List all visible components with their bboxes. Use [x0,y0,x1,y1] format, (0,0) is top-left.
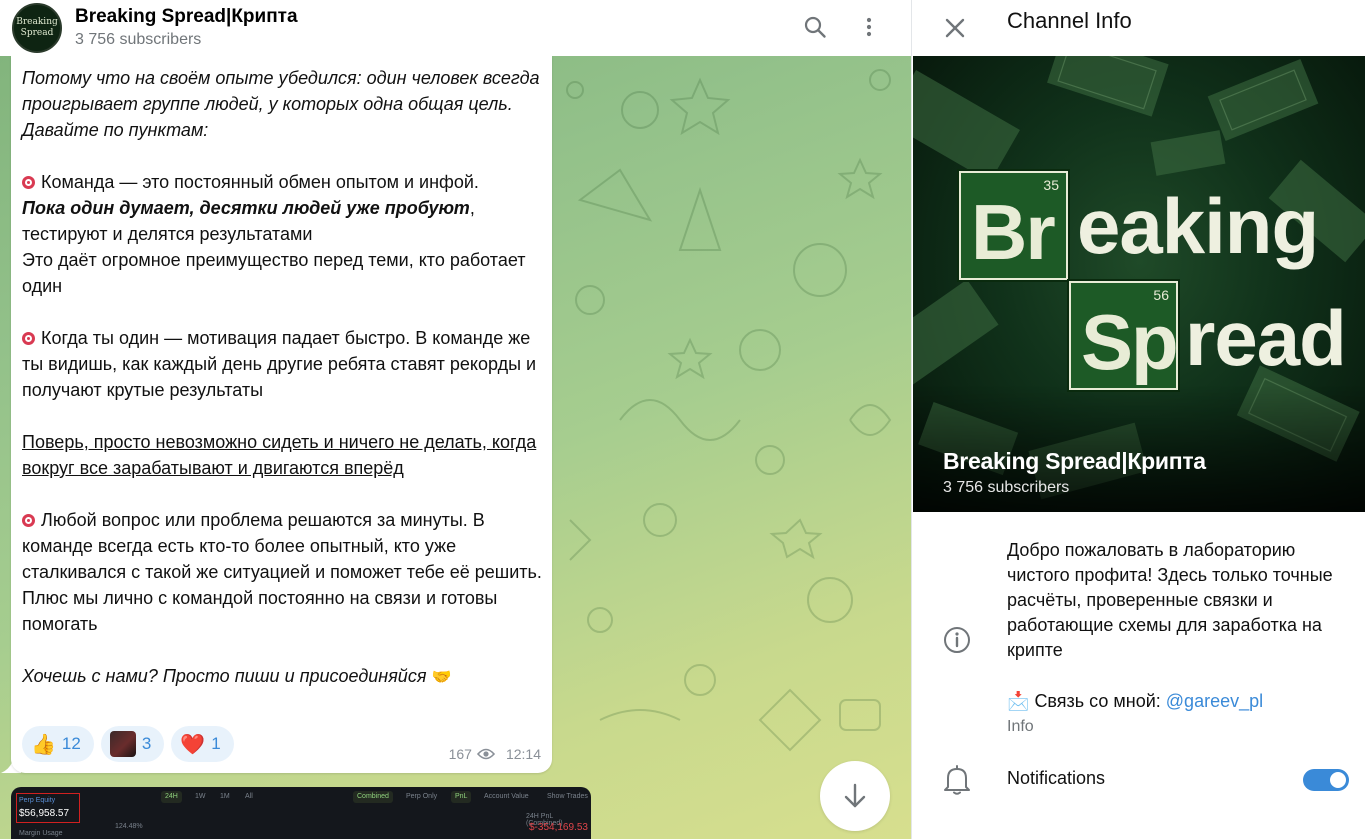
msg-point2: Когда ты один — мотивация падает быстро.… [22,328,537,400]
tab-24h: 24H [161,791,182,803]
pill-perp-only: Perp Only [406,793,438,800]
red-dot-icon [22,514,35,527]
message-meta: 167 12:14 [449,746,541,762]
pnl-value: $-354,169.53 [529,822,588,833]
message-text: Потому что на своём опыте убедился: один… [22,65,547,691]
channel-info-panel: Channel Info 35 Br eaking 56 Sp read Bre… [911,0,1365,839]
chat-subscribers: 3 756 subscribers [75,31,202,48]
reaction-count: 12 [61,734,81,753]
pill-show-trades: Show Trades [547,793,588,800]
heart-icon: ❤️ [180,733,206,756]
element-symbol: Sp [1081,298,1179,386]
reaction-count: 1 [211,734,221,753]
tab-1m: 1M [220,793,230,800]
element-box-sp: 56 Sp [1069,281,1179,390]
channel-avatar[interactable]: Breaking Spread [12,3,62,53]
perp-equity-value: $56,958.57 [19,808,70,819]
msg-point1-bold: Пока один думает, десятки людей уже проб… [22,198,470,218]
avatar-line-1: Breaking [16,17,58,27]
chat-title: Breaking Spread|Крипта [75,6,298,27]
info-icon [944,627,970,653]
channel-subscribers: 3 756 subscribers [943,479,1070,496]
msg-intro: Потому что на своём опыте убедился: один… [22,68,540,140]
channel-name: Breaking Spread|Крипта [943,448,1206,474]
bell-icon [944,765,970,795]
arrow-down-icon [844,783,866,808]
search-button[interactable] [794,6,836,48]
reaction-count: 3 [141,734,152,753]
tab-1w: 1W [195,793,206,800]
close-button[interactable] [936,9,974,47]
notifications-label: Notifications [1007,768,1106,788]
envelope-icon: 📩 [1007,691,1030,711]
msg-point3: Любой вопрос или проблема решаются за ми… [22,510,542,634]
chat-column: Breaking Spread Breaking Spread|Крипта 3… [0,0,911,839]
pill-combined: Combined [353,791,393,803]
search-icon [804,16,826,38]
breaking-spread-logo: 35 Br eaking 56 Sp read [959,171,1359,401]
element-symbol: Br [971,188,1056,276]
info-header: Channel Info [912,0,1365,56]
logo-word-1: eaking [1077,182,1319,270]
pill-account-value: Account Value [484,793,529,800]
element-box-br: 35 Br [959,171,1068,280]
msg-point1-c: Это даёт огромное преимущество перед тем… [22,250,526,296]
notifications-toggle[interactable] [1303,769,1349,791]
message-bubble[interactable]: Потому что на своём опыте убедился: один… [11,56,552,773]
thumbs-up-icon: 👍 [31,733,56,756]
avatar-line-2: Spread [20,28,54,38]
chat-header: Breaking Spread Breaking Spread|Крипта 3… [0,0,911,56]
tab-all: All [245,793,253,800]
margin-value: 124.48% [115,823,143,830]
message-time: 12:14 [505,746,541,762]
logo-word-2: read [1185,294,1347,382]
eye-icon [476,748,495,760]
contact-link[interactable]: @gareev_pl [1166,691,1263,711]
reaction-thumbs-up[interactable]: 👍 12 [22,726,94,762]
views-count: 167 [448,746,472,762]
msg-outro: Хочешь с нами? Просто пиши и присоединяй… [22,666,427,686]
contact-line: 📩 Связь со мной: @gareev_pl [1007,688,1263,714]
margin-label: Margin Usage [19,830,63,837]
pill-pnl: PnL [451,791,472,803]
red-dot-icon [22,332,35,345]
next-message-image[interactable]: Perp Equity $56,958.57 Margin Usage 124.… [11,787,591,839]
handshake-icon: 🤝 [431,669,452,686]
scroll-down-button[interactable] [820,761,890,831]
info-title: Channel Info [1007,8,1132,33]
custom-emoji-icon [109,731,136,757]
perp-equity-label: Perp Equity [19,797,56,804]
reaction-heart[interactable]: ❤️ 1 [171,726,234,762]
chat-title-block[interactable]: Breaking Spread|Крипта 3 756 subscribers [75,6,298,50]
msg-underlined: Поверь, просто невозможно сидеть и ничег… [22,432,537,478]
close-icon [945,18,965,38]
more-button[interactable] [848,6,890,48]
channel-cover[interactable]: 35 Br eaking 56 Sp read Breaking Spread|… [913,56,1365,512]
channel-description: Добро пожаловать в лабораторию чистого п… [1007,540,1333,660]
red-dot-icon [22,176,35,189]
toggle-knob [1328,770,1348,790]
contact-label: Связь со мной: [1034,691,1166,711]
info-label: Info [1007,718,1034,735]
reaction-custom[interactable]: 3 [100,726,165,762]
msg-point1-a: Команда — это постоянный обмен опытом и … [41,172,479,192]
more-vertical-icon [866,17,872,37]
reactions-bar: 👍 12 3 ❤️ 1 [22,726,234,762]
